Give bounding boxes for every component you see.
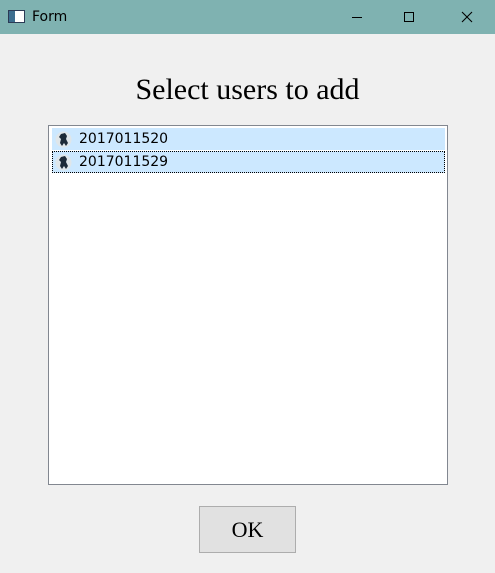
users-listbox[interactable]: 2017011520 2017011529: [48, 125, 448, 485]
page-heading: Select users to add: [135, 73, 360, 106]
maximize-button[interactable]: [386, 0, 432, 34]
title-bar[interactable]: Form: [0, 0, 495, 34]
window-title: Form: [32, 9, 68, 25]
list-item-user-2[interactable]: 2017011529: [52, 151, 445, 173]
form-window: Form Select users to add 2017011520 2017…: [0, 0, 495, 573]
close-icon: [461, 11, 473, 23]
list-item-label: 2017011520: [79, 131, 169, 147]
minimize-icon: [352, 17, 362, 18]
user-avatar-icon: [55, 154, 72, 171]
close-button[interactable]: [444, 0, 490, 34]
ok-button[interactable]: OK: [199, 506, 296, 553]
window-icon: [8, 10, 25, 23]
minimize-button[interactable]: [334, 0, 380, 34]
user-avatar-icon: [55, 131, 72, 148]
maximize-icon: [404, 12, 414, 22]
list-item-user-1[interactable]: 2017011520: [52, 128, 445, 150]
list-item-label: 2017011529: [79, 154, 169, 170]
